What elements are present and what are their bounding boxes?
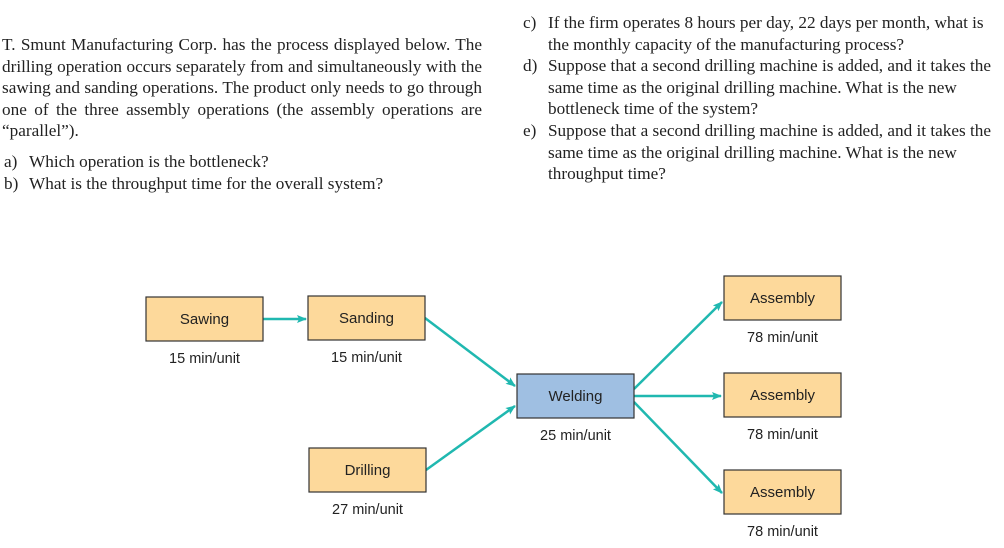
nodes: Sawing 15 min/unit Sanding 15 min/unit Drill…: [145, 275, 842, 540]
node-assembly2: Assembly 78 min/unit: [723, 372, 842, 443]
arrow-welding-assembly3: [633, 401, 723, 494]
arrow-sanding-welding: [424, 317, 516, 387]
operation-time: 78 min/unit: [747, 427, 818, 443]
operation-label: Assembly: [750, 387, 816, 404]
operation-time: 78 min/unit: [747, 524, 818, 540]
process-flow-diagram: Sawing 15 min/unit Sanding 15 min/unit Drill…: [145, 275, 842, 540]
operation-label: Sanding: [339, 310, 394, 327]
node-assembly1: Assembly 78 min/unit: [723, 275, 842, 346]
operation-time: 15 min/unit: [331, 350, 402, 366]
node-sawing: Sawing 15 min/unit: [145, 296, 264, 367]
operation-label: Assembly: [750, 484, 816, 501]
node-assembly3: Assembly 78 min/unit: [723, 469, 842, 540]
operation-label: Sawing: [180, 311, 229, 328]
arrow-welding-assembly1: [633, 301, 723, 390]
node-drilling: Drilling 27 min/unit: [308, 447, 427, 518]
operation-time: 27 min/unit: [332, 502, 403, 518]
operation-label: Drilling: [345, 462, 391, 479]
operation-time: 25 min/unit: [540, 428, 611, 444]
operation-label: Welding: [549, 388, 603, 405]
operation-label: Assembly: [750, 290, 816, 307]
node-welding: Welding 25 min/unit: [516, 373, 635, 444]
arrow-drilling-welding: [425, 404, 516, 472]
operation-time: 15 min/unit: [169, 351, 240, 367]
node-sanding: Sanding 15 min/unit: [307, 295, 426, 366]
operation-time: 78 min/unit: [747, 330, 818, 346]
